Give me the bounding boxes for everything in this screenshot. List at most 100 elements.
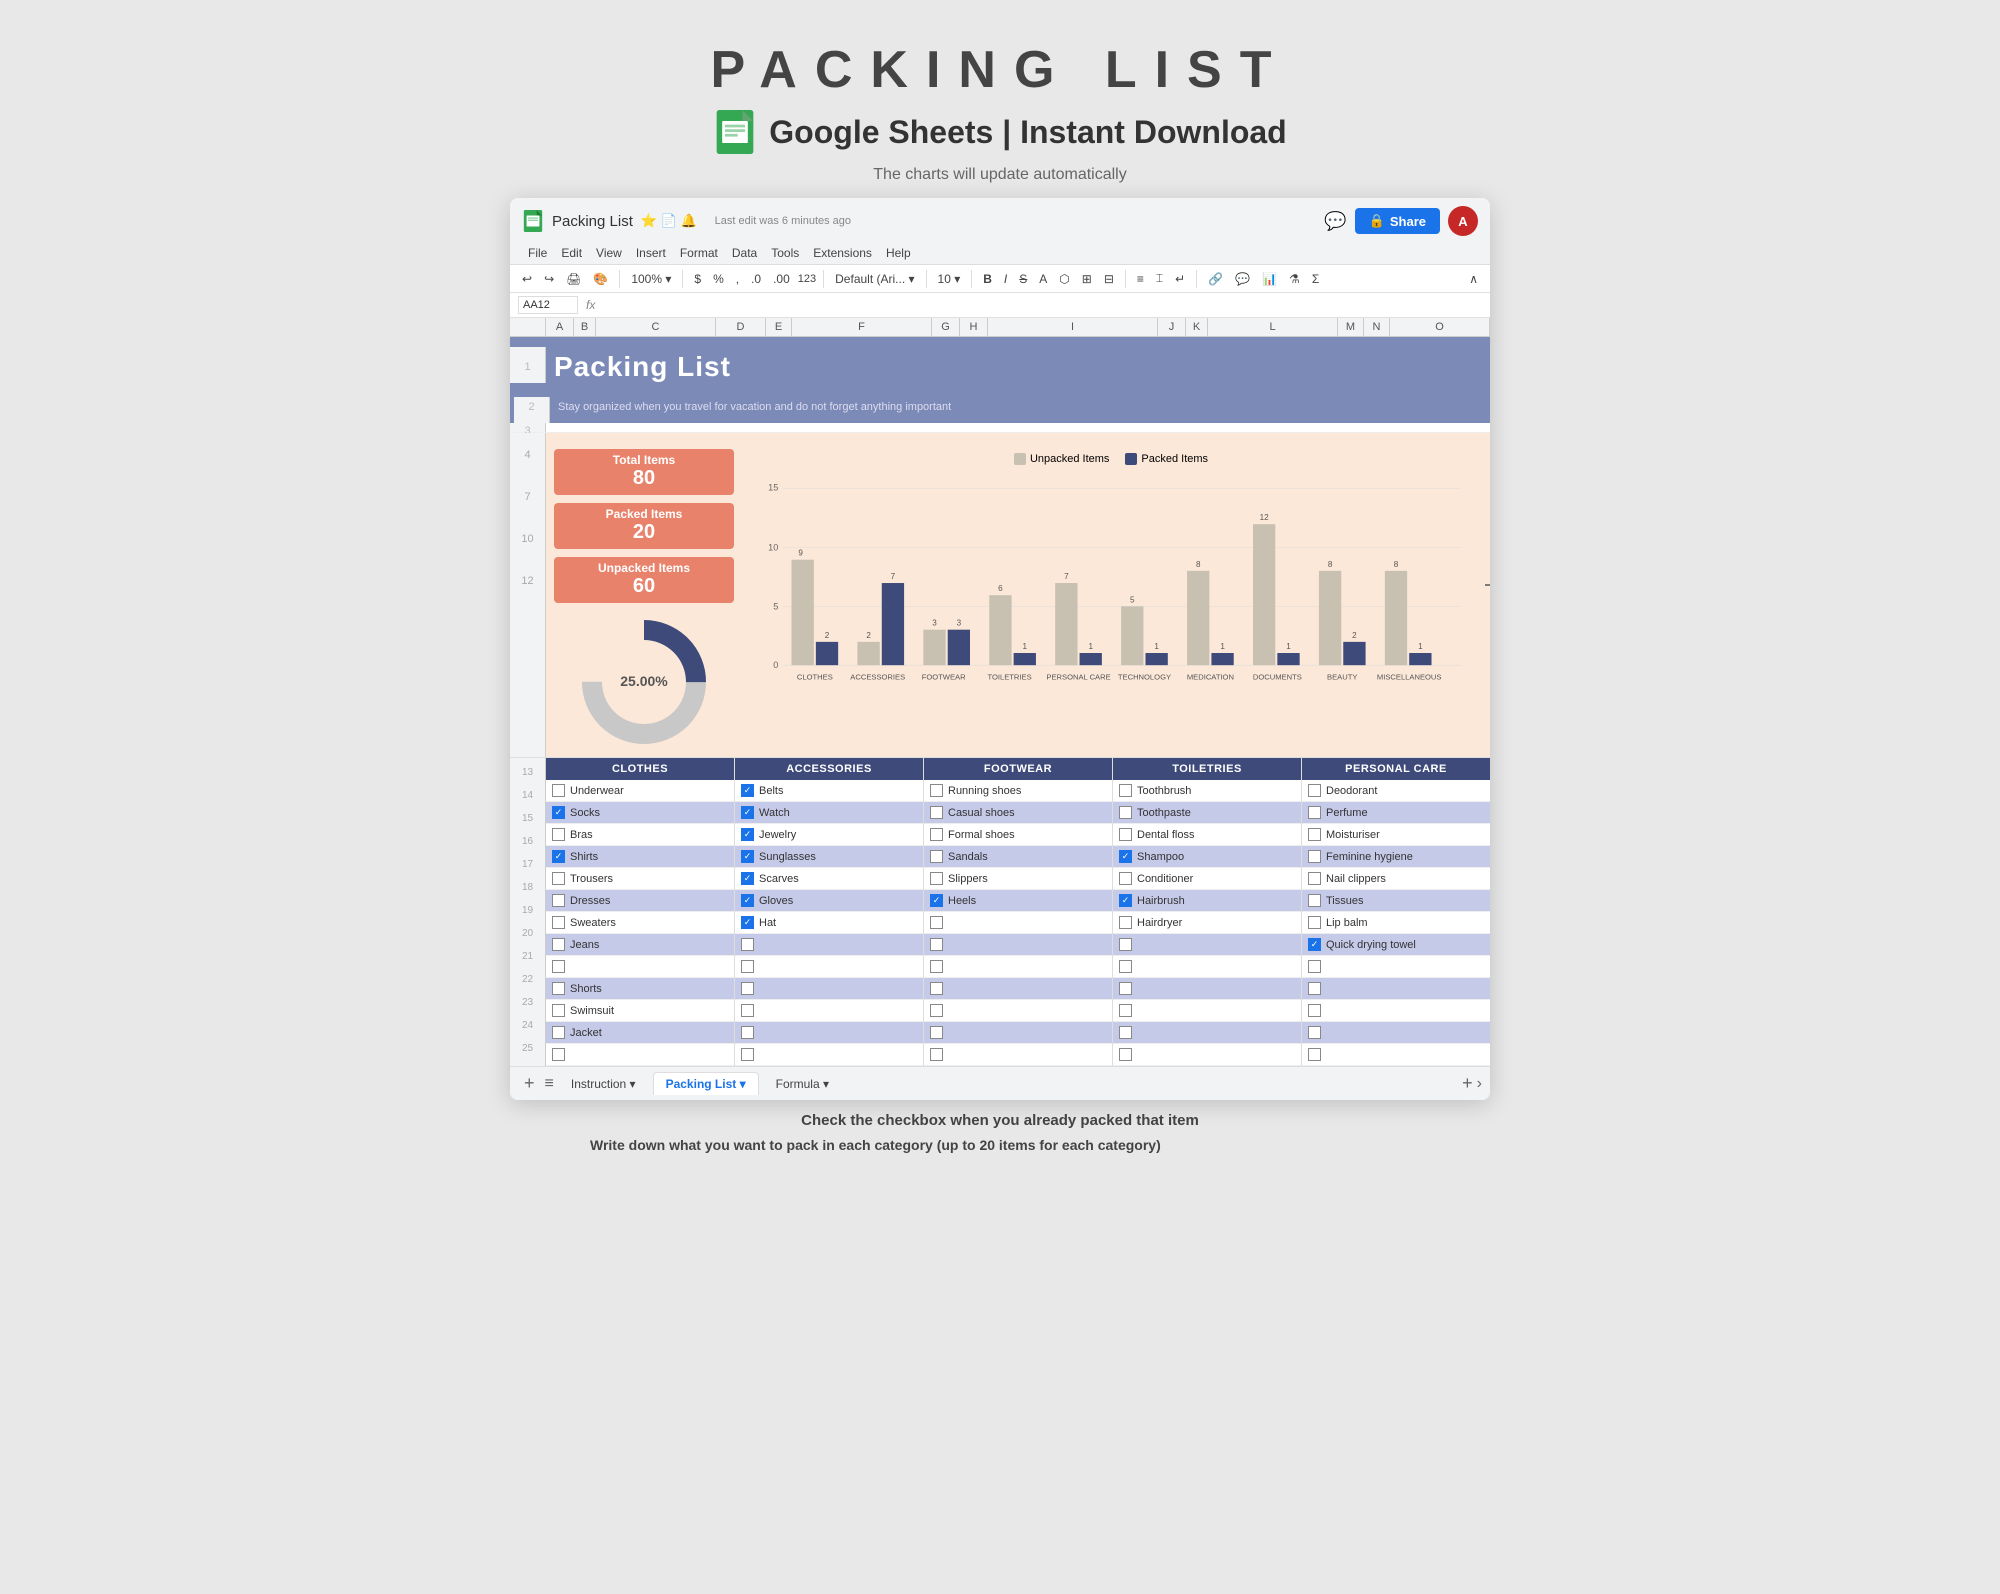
cell-reference[interactable]	[518, 296, 578, 314]
checkbox-sandals[interactable]	[930, 850, 943, 863]
checkbox-last-clothes[interactable]	[552, 1048, 565, 1061]
tab-instruction[interactable]: Instruction ▾	[558, 1072, 649, 1095]
sheet-list-button[interactable]: ≡	[545, 1075, 554, 1093]
checkbox-empty-fw3[interactable]	[930, 960, 943, 973]
wrap-icon[interactable]: ↵	[1171, 270, 1189, 288]
checkbox-empty-pc2[interactable]	[1308, 982, 1321, 995]
checkbox-bras[interactable]	[552, 828, 565, 841]
checkbox-shirts[interactable]: ✓	[552, 850, 565, 863]
checkbox-empty-fw2[interactable]	[930, 938, 943, 951]
checkbox-watch[interactable]: ✓	[741, 806, 754, 819]
checkbox-gloves[interactable]: ✓	[741, 894, 754, 907]
strikethrough-icon[interactable]: S	[1015, 270, 1031, 288]
menu-edit[interactable]: Edit	[555, 244, 588, 262]
comments-icon[interactable]: 💬	[1324, 211, 1346, 232]
menu-file[interactable]: File	[522, 244, 553, 262]
checkbox-socks[interactable]: ✓	[552, 806, 565, 819]
checkbox-sunglasses[interactable]: ✓	[741, 850, 754, 863]
checkbox-empty-tlt5[interactable]	[1119, 1026, 1132, 1039]
checkbox-empty-fw6[interactable]	[930, 1026, 943, 1039]
dec-inc-icon[interactable]: .00	[769, 270, 794, 288]
currency-icon[interactable]: $	[690, 270, 705, 288]
checkbox-dresses[interactable]	[552, 894, 565, 907]
undo-icon[interactable]: ↩	[518, 270, 536, 288]
checkbox-running-shoes[interactable]	[930, 784, 943, 797]
checkbox-casual-shoes[interactable]	[930, 806, 943, 819]
menu-insert[interactable]: Insert	[630, 244, 672, 262]
checkbox-empty-fw5[interactable]	[930, 1004, 943, 1017]
paint-format-icon[interactable]: 🎨	[589, 270, 612, 288]
dec-dec-icon[interactable]: .0	[747, 270, 765, 288]
font-select[interactable]: Default (Ari... ▾	[831, 270, 918, 288]
checkbox-empty-acc2[interactable]	[741, 960, 754, 973]
link-icon[interactable]: 🔗	[1204, 270, 1227, 288]
checkbox-feminine-hygiene[interactable]	[1308, 850, 1321, 863]
text-color-icon[interactable]: A	[1035, 270, 1051, 288]
font-size-select[interactable]: 10 ▾	[934, 270, 965, 288]
checkbox-empty-pc4[interactable]	[1308, 1026, 1321, 1039]
menu-format[interactable]: Format	[674, 244, 724, 262]
checkbox-hat[interactable]: ✓	[741, 916, 754, 929]
tab-packing-list[interactable]: Packing List ▾	[653, 1072, 759, 1095]
menu-view[interactable]: View	[590, 244, 628, 262]
checkbox-trousers[interactable]	[552, 872, 565, 885]
valign-icon[interactable]: ⌶	[1152, 269, 1167, 288]
fill-color-icon[interactable]: ⬡	[1055, 270, 1073, 288]
checkbox-empty-fw4[interactable]	[930, 982, 943, 995]
function-icon[interactable]: Σ	[1308, 270, 1323, 288]
checkbox-empty-tlt4[interactable]	[1119, 1004, 1132, 1017]
comma-icon[interactable]: ,	[732, 270, 743, 288]
checkbox-shampoo[interactable]: ✓	[1119, 850, 1132, 863]
checkbox-tissues[interactable]	[1308, 894, 1321, 907]
add-sheet-button[interactable]: +	[518, 1073, 541, 1094]
checkbox-scarves[interactable]: ✓	[741, 872, 754, 885]
checkbox-moisturiser[interactable]	[1308, 828, 1321, 841]
checkbox-slippers[interactable]	[930, 872, 943, 885]
checkbox-empty-acc3[interactable]	[741, 982, 754, 995]
checkbox-perfume[interactable]	[1308, 806, 1321, 819]
checkbox-empty-fw1[interactable]	[930, 916, 943, 929]
checkbox-dental-floss[interactable]	[1119, 828, 1132, 841]
checkbox-jeans[interactable]	[552, 938, 565, 951]
zoom-select[interactable]: 100% ▾	[627, 270, 675, 288]
checkbox-nail-clippers[interactable]	[1308, 872, 1321, 885]
checkbox-empty-tlt2[interactable]	[1119, 960, 1132, 973]
checkbox-empty-pc1[interactable]	[1308, 960, 1321, 973]
menu-extensions[interactable]: Extensions	[807, 244, 878, 262]
borders-icon[interactable]: ⊞	[1078, 270, 1096, 288]
checkbox-lip-balm[interactable]	[1308, 916, 1321, 929]
checkbox-empty-acc1[interactable]	[741, 938, 754, 951]
checkbox-toothbrush[interactable]	[1119, 784, 1132, 797]
checkbox-sweaters[interactable]	[552, 916, 565, 929]
checkbox-deodorant[interactable]	[1308, 784, 1321, 797]
checkbox-empty-acc5[interactable]	[741, 1026, 754, 1039]
share-button[interactable]: 🔒 Share	[1355, 208, 1440, 234]
checkbox-jacket[interactable]	[552, 1026, 565, 1039]
checkbox-conditioner[interactable]	[1119, 872, 1132, 885]
checkbox-empty-tlt3[interactable]	[1119, 982, 1132, 995]
checkbox-empty-tlt6[interactable]	[1119, 1048, 1132, 1061]
checkbox-empty-1[interactable]	[552, 960, 565, 973]
print-icon[interactable]: 🖨	[562, 270, 585, 288]
checkbox-empty-pc5[interactable]	[1308, 1048, 1321, 1061]
hide-formula-icon[interactable]: ∧	[1465, 270, 1482, 288]
checkbox-shorts[interactable]	[552, 982, 565, 995]
checkbox-jewelry[interactable]: ✓	[741, 828, 754, 841]
checkbox-underwear[interactable]	[552, 784, 565, 797]
checkbox-empty-fw7[interactable]	[930, 1048, 943, 1061]
sheet-nav-right-icon[interactable]: ›	[1477, 1075, 1482, 1093]
bold-icon[interactable]: B	[979, 270, 996, 288]
chart-icon[interactable]: 📊	[1258, 270, 1281, 288]
checkbox-empty-acc4[interactable]	[741, 1004, 754, 1017]
checkbox-empty-pc3[interactable]	[1308, 1004, 1321, 1017]
checkbox-swimsuit[interactable]	[552, 1004, 565, 1017]
menu-tools[interactable]: Tools	[765, 244, 805, 262]
redo-icon[interactable]: ↪	[540, 270, 558, 288]
italic-icon[interactable]: I	[1000, 270, 1011, 288]
checkbox-toothpaste[interactable]	[1119, 806, 1132, 819]
checkbox-belts[interactable]: ✓	[741, 784, 754, 797]
align-icon[interactable]: ≡	[1133, 270, 1148, 288]
tab-formula[interactable]: Formula ▾	[763, 1072, 842, 1095]
checkbox-empty-tlt1[interactable]	[1119, 938, 1132, 951]
checkbox-empty-acc6[interactable]	[741, 1048, 754, 1061]
